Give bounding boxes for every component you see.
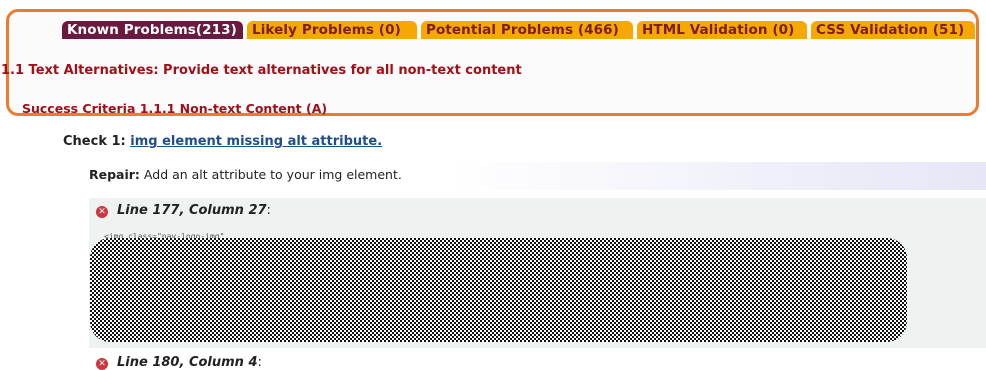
check-link[interactable]: img element missing alt attribute. <box>130 134 382 149</box>
repair-text: Repair: Add an alt attribute to your img… <box>89 167 402 182</box>
check-label: Check 1: <box>63 134 126 149</box>
results-tabs: Known Problems(213) Likely Problems (0) … <box>62 21 975 39</box>
error-location-colon: : <box>257 355 262 370</box>
error-x-circle-icon: ✕ <box>96 358 108 370</box>
repair-label: Repair: <box>89 167 140 182</box>
error-location: Line 177, Column 27: <box>117 203 271 218</box>
guideline-heading: 1.1 Text Alternatives: Provide text alte… <box>1 63 522 78</box>
check-heading: Check 1: img element missing alt attribu… <box>63 134 382 149</box>
repair-description: Add an alt attribute to your img element… <box>143 167 402 182</box>
error-x-circle-icon: ✕ <box>96 206 108 218</box>
repair-row: Repair: Add an alt attribute to your img… <box>89 162 986 190</box>
success-criteria-heading: Success Criteria 1.1.1 Non-text Content … <box>22 101 328 116</box>
tab-likely-problems[interactable]: Likely Problems (0) <box>247 21 417 39</box>
error-location-text: Line 180, Column 4 <box>117 355 258 370</box>
tab-css-validation[interactable]: CSS Validation (51) <box>811 21 975 39</box>
tab-html-validation[interactable]: HTML Validation (0) <box>637 21 807 39</box>
tab-known-problems[interactable]: Known Problems(213) <box>62 21 243 39</box>
tab-potential-problems[interactable]: Potential Problems (466) <box>421 21 633 39</box>
error-location-colon: : <box>266 203 271 218</box>
error-location-text: Line 177, Column 27 <box>117 203 267 218</box>
redacted-code-block <box>90 238 907 342</box>
error-location: Line 180, Column 4: <box>117 355 262 370</box>
